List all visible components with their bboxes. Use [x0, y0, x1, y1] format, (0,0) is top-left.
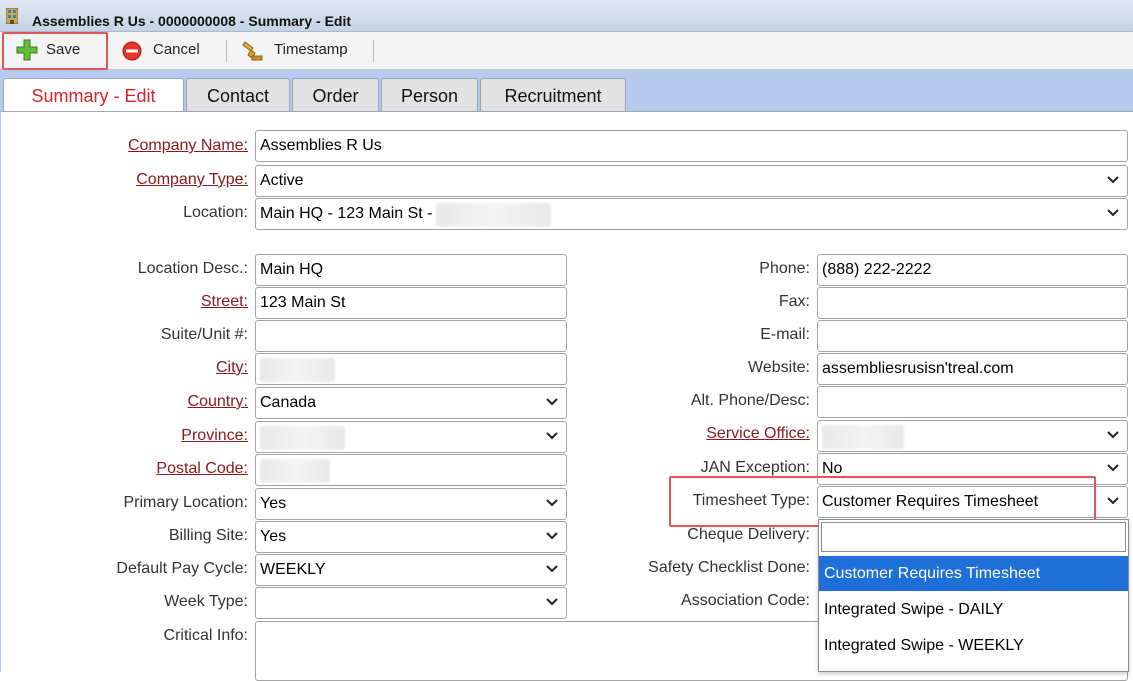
- alt-phone-label: Alt. Phone/Desc:: [690, 392, 810, 409]
- billing-site-label: Billing Site:: [168, 527, 248, 544]
- default-pay-cycle-label: Default Pay Cycle:: [116, 560, 248, 577]
- location-label: Location:: [183, 204, 248, 221]
- stamp-icon: [242, 41, 263, 61]
- toolbar-separator: [226, 40, 227, 62]
- location-select[interactable]: Main HQ - 123 Main St -: [255, 198, 1128, 230]
- chevron-down-icon: [1107, 431, 1119, 439]
- toolbar: Save Cancel Timestamp: [0, 32, 1133, 70]
- city-input[interactable]: [255, 353, 567, 385]
- country-select[interactable]: Canada: [255, 387, 567, 419]
- company-name-input[interactable]: Assemblies R Us: [255, 130, 1128, 162]
- province-label[interactable]: Province:: [60, 427, 248, 445]
- street-label[interactable]: Street:: [60, 293, 248, 311]
- country-value: Canada: [260, 394, 317, 411]
- dropdown-search-input[interactable]: [821, 522, 1126, 552]
- critical-info-label: Critical Info:: [163, 627, 248, 644]
- alt-phone-input[interactable]: [817, 386, 1128, 418]
- timestamp-button[interactable]: Timestamp: [238, 32, 364, 68]
- billing-site-value: Yes: [260, 528, 287, 545]
- cancel-icon: [122, 41, 142, 61]
- tab-order[interactable]: Order: [292, 78, 379, 111]
- redacted-blur: [822, 425, 904, 449]
- company-type-label[interactable]: Company Type:: [100, 171, 248, 189]
- city-label[interactable]: City:: [60, 359, 248, 377]
- country-label[interactable]: Country:: [60, 393, 248, 411]
- primary-location-select[interactable]: Yes: [255, 488, 567, 520]
- cancel-label: Cancel: [153, 41, 200, 58]
- building-icon: [6, 8, 18, 24]
- postal-code-input[interactable]: [255, 454, 567, 486]
- website-label: Website:: [748, 359, 810, 376]
- redacted-blur: [260, 426, 345, 450]
- toolbar-separator: [373, 40, 374, 62]
- chevron-down-icon: [546, 499, 558, 507]
- street-input[interactable]: 123 Main St: [255, 287, 567, 319]
- billing-site-select[interactable]: Yes: [255, 521, 567, 553]
- chevron-down-icon: [546, 432, 558, 440]
- window-title: Assemblies R Us - 0000000008 - Summary -…: [32, 13, 352, 29]
- tab-contact[interactable]: Contact: [186, 78, 290, 111]
- chevron-down-icon: [546, 398, 558, 406]
- chevron-down-icon: [1107, 176, 1119, 184]
- dropdown-option[interactable]: Integrated Swipe - WEEKLY: [819, 628, 1128, 663]
- primary-location-label: Primary Location:: [123, 494, 249, 511]
- phone-label: Phone:: [759, 260, 810, 277]
- chevron-down-icon: [546, 598, 558, 606]
- location-desc-label: Location Desc.:: [137, 260, 248, 277]
- default-pay-cycle-value: WEEKLY: [260, 561, 326, 578]
- window-title-bar: Assemblies R Us - 0000000008 - Summary -…: [0, 0, 1133, 32]
- fax-label: Fax:: [778, 293, 810, 310]
- save-highlight-box: [2, 32, 108, 70]
- timestamp-label: Timestamp: [274, 41, 348, 58]
- tab-recruitment[interactable]: Recruitment: [480, 78, 626, 111]
- safety-checklist-label: Safety Checklist Done:: [648, 559, 810, 576]
- service-office-label[interactable]: Service Office:: [600, 425, 810, 443]
- jan-exception-value: No: [822, 460, 843, 477]
- redacted-blur: [436, 203, 551, 227]
- dropdown-option[interactable]: Integrated Swipe - DAILY: [819, 592, 1128, 627]
- cancel-button[interactable]: Cancel: [118, 32, 214, 68]
- chevron-down-icon: [1107, 209, 1119, 217]
- location-desc-input[interactable]: Main HQ: [255, 254, 567, 286]
- email-label: E-mail:: [760, 326, 810, 343]
- week-type-label: Week Type:: [164, 593, 248, 610]
- default-pay-cycle-select[interactable]: WEEKLY: [255, 554, 567, 586]
- service-office-select[interactable]: [817, 420, 1128, 452]
- association-code-label: Association Code:: [681, 592, 810, 609]
- timesheet-type-dropdown: Customer Requires Timesheet Integrated S…: [818, 519, 1129, 672]
- location-value: Main HQ - 123 Main St -: [260, 205, 433, 222]
- website-input[interactable]: assembliesrusisn'treal.com: [817, 353, 1128, 385]
- chevron-down-icon: [1107, 464, 1119, 472]
- chevron-down-icon: [1107, 497, 1119, 505]
- primary-location-value: Yes: [260, 495, 287, 512]
- tab-person[interactable]: Person: [381, 78, 478, 111]
- tab-summary-edit[interactable]: Summary - Edit: [3, 78, 184, 113]
- suite-unit-label: Suite/Unit #:: [160, 326, 248, 343]
- company-type-value: Active: [260, 172, 304, 189]
- postal-code-label[interactable]: Postal Code:: [60, 460, 248, 478]
- phone-input[interactable]: (888) 222-2222: [817, 254, 1128, 286]
- dropdown-option[interactable]: Customer Requires Timesheet: [819, 556, 1128, 591]
- province-select[interactable]: [255, 421, 567, 453]
- email-input[interactable]: [817, 320, 1128, 352]
- cheque-delivery-label: Cheque Delivery:: [687, 526, 810, 543]
- company-type-select[interactable]: Active: [255, 165, 1128, 197]
- company-name-label[interactable]: Company Name:: [100, 137, 248, 155]
- chevron-down-icon: [546, 532, 558, 540]
- tab-strip: Summary - Edit Contact Order Person Recr…: [0, 70, 1133, 113]
- redacted-blur: [260, 358, 335, 382]
- fax-input[interactable]: [817, 287, 1128, 319]
- redacted-blur: [260, 459, 330, 483]
- chevron-down-icon: [546, 565, 558, 573]
- suite-unit-input[interactable]: [255, 320, 567, 352]
- jan-exception-label: JAN Exception:: [700, 459, 810, 476]
- week-type-select[interactable]: [255, 587, 567, 619]
